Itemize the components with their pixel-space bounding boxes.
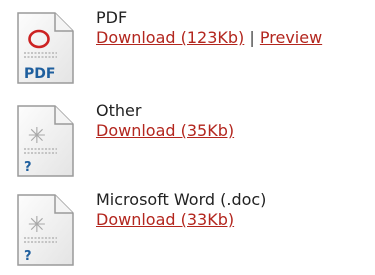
- file-links: Download (35Kb): [96, 121, 234, 141]
- file-text: Microsoft Word (.doc) Download (33Kb): [96, 190, 266, 230]
- generic-file-icon: ✳ ?: [17, 194, 74, 266]
- file-type-label: Other: [96, 101, 142, 120]
- file-text: Other Download (35Kb): [96, 101, 234, 141]
- file-links: Download (33Kb): [96, 210, 266, 230]
- unknown-badge: ?: [24, 249, 32, 264]
- download-link[interactable]: Download (123Kb): [96, 28, 244, 47]
- file-item-word: ✳ ? Microsoft Word (.doc) Download (33Kb…: [0, 182, 375, 268]
- link-separator: |: [249, 28, 255, 47]
- download-link[interactable]: Download (33Kb): [96, 210, 234, 229]
- generic-file-icon: ✳ ?: [17, 105, 74, 177]
- file-type-label: Microsoft Word (.doc): [96, 190, 267, 209]
- file-type-label: PDF: [96, 8, 128, 27]
- preview-link[interactable]: Preview: [260, 28, 322, 47]
- file-list: PDF PDF Download (123Kb) | Preview ✳ ? O…: [0, 0, 375, 275]
- download-link[interactable]: Download (35Kb): [96, 121, 234, 140]
- unknown-badge: ?: [24, 160, 32, 175]
- file-links: Download (123Kb) | Preview: [96, 28, 322, 48]
- pdf-file-icon: PDF: [17, 12, 74, 84]
- file-item-other: ✳ ? Other Download (35Kb): [0, 93, 375, 179]
- svg-text:✳: ✳: [28, 213, 46, 238]
- file-item-pdf: PDF PDF Download (123Kb) | Preview: [0, 0, 375, 86]
- pdf-badge: PDF: [24, 66, 55, 82]
- file-text: PDF Download (123Kb) | Preview: [96, 8, 322, 48]
- svg-text:✳: ✳: [28, 124, 46, 149]
